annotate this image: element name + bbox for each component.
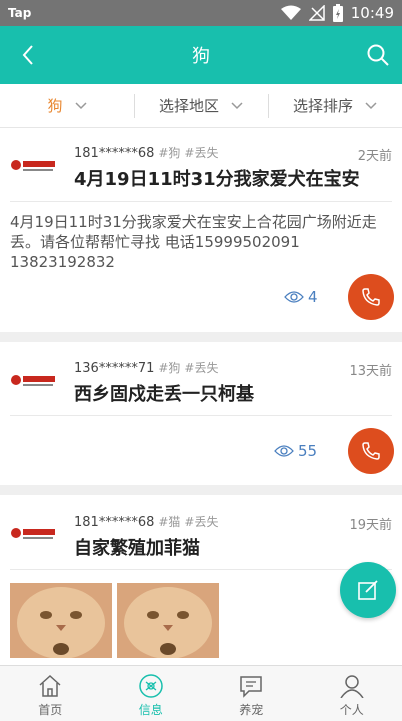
chevron-down-icon [365,101,377,109]
post-tag: #丢失 [184,361,219,375]
divider [10,569,392,570]
post-card[interactable]: 181******68 #狗 #丢失 2天前 4月19日11时31分我家爱犬在宝安 … [0,128,402,332]
community-logo [10,154,56,176]
cat-photo[interactable] [10,583,112,658]
filter-sort-label: 选择排序 [292,97,353,115]
post-author: 136******71 #狗 #丢失 [74,361,219,376]
status-app-label: Tap [8,6,32,20]
post-title: 4月19日11时31分我家爱犬在宝安 [74,169,360,190]
chevron-down-icon [74,101,87,109]
phone-icon [362,288,380,306]
info-icon [139,674,163,698]
search-button[interactable] [364,40,392,70]
divider [10,415,392,416]
back-button[interactable] [14,40,42,70]
call-button[interactable] [348,274,394,320]
post-time: 19天前 [349,518,392,533]
home-icon [39,674,61,697]
view-count: 55 [274,442,317,460]
page-title: 狗 [192,46,210,67]
filter-region[interactable]: 选择地区 [134,93,268,118]
filter-category[interactable]: 狗 [0,94,134,118]
chevron-down-icon [231,101,243,109]
tab-home[interactable]: 首页 [0,666,101,721]
post-tag: #猫 [158,515,181,529]
tab-profile[interactable]: 个人 [302,666,402,721]
status-bar: Tap 10:49 [0,0,402,26]
view-count: 4 [284,288,318,306]
cat-photo[interactable] [117,583,219,658]
tab-label: 个人 [339,703,364,717]
call-button[interactable] [348,428,394,474]
phone-icon [362,442,380,460]
post-author: 181******68 #狗 #丢失 [74,146,219,161]
post-description: 4月19日11时31分我家爱犬在宝安上合花园广场附近走丢。请各位帮帮忙寻找 电话… [10,213,377,271]
filter-region-label: 选择地区 [158,97,219,115]
post-time: 13天前 [349,364,392,379]
community-logo [10,522,56,544]
edit-icon [358,580,378,600]
post-title: 西乡固戍走丢一只柯基 [74,384,254,405]
post-time: 2天前 [357,149,392,164]
compose-button[interactable] [340,562,396,618]
post-tag: #丢失 [184,146,219,160]
wifi-icon [280,5,301,21]
post-tag: #狗 [158,361,181,375]
bottom-tab-bar: 首页 信息 养宠 个人 [0,665,402,721]
tab-info[interactable]: 信息 [101,666,202,721]
post-tag: #丢失 [184,515,219,529]
eye-icon [274,445,294,457]
post-card[interactable]: 136******71 #狗 #丢失 13天前 西乡固戍走丢一只柯基 55 [0,342,402,485]
post-author: 181******68 #猫 #丢失 [74,515,219,530]
chat-icon [240,676,262,698]
filter-category-label: 狗 [47,97,63,115]
community-logo [10,369,56,391]
top-navigation-bar: 狗 [0,26,402,84]
status-time: 10:49 [350,4,394,22]
divider [10,201,392,202]
signal-icon [308,5,325,21]
battery-icon [332,4,343,22]
post-tag: #狗 [158,146,181,160]
tab-label: 信息 [138,703,163,717]
tab-label: 首页 [38,703,63,717]
eye-icon [284,291,304,303]
chevron-left-icon [22,45,33,65]
person-icon [340,675,364,698]
filter-sort[interactable]: 选择排序 [268,93,402,118]
post-title: 自家繁殖加菲猫 [74,538,200,559]
tab-pet-care[interactable]: 养宠 [201,666,302,721]
tab-label: 养宠 [239,703,264,717]
search-icon [367,44,389,66]
filter-bar: 狗 选择地区 选择排序 [0,84,402,128]
